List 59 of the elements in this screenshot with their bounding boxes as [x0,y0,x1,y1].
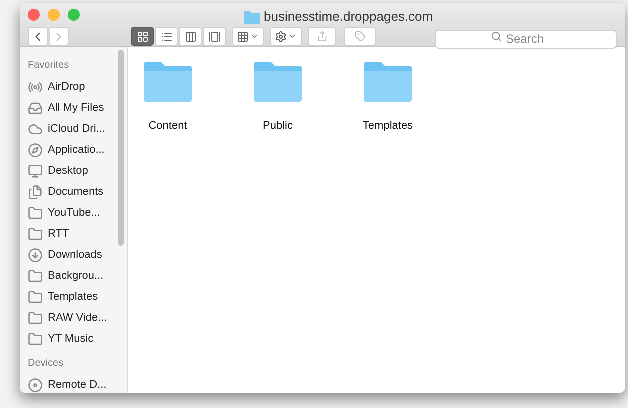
close-button[interactable] [28,9,40,21]
sidebar-item[interactable]: Backgrou... [28,266,108,287]
share-icon [316,31,328,42]
sidebar-item[interactable]: RAW Vide... [28,308,108,329]
caret-icon [250,32,259,41]
gear-icon [275,30,287,42]
folder-icon [244,10,260,24]
folder-icon [28,269,43,284]
documents-icon [28,185,43,200]
radio-waves-icon [28,80,43,95]
folder-item[interactable]: Public [244,61,312,134]
download-icon [28,248,43,263]
compass-icon [28,143,43,158]
sidebar-heading: Favorites [28,59,70,73]
zoom-button[interactable] [68,9,80,21]
grid-icon [136,30,148,42]
sidebar-item[interactable]: All My Files [28,98,108,119]
sidebar-item[interactable]: AirDrop [28,77,108,98]
folder-icon [142,61,194,103]
grid-icon [237,30,249,42]
columns-icon [184,30,196,42]
folder-icon [28,206,43,221]
sidebar-heading: Devices [28,357,65,371]
folder-icon [362,61,414,103]
share-button[interactable] [308,27,336,46]
view-mode-tab[interactable] [131,27,154,46]
sidebar-item[interactable]: Downloads [28,245,108,266]
sidebar-item[interactable]: Documents [28,182,108,203]
tray-icon [28,101,43,116]
back-button[interactable] [28,27,48,46]
sidebar-item[interactable]: YT Music [28,329,108,350]
folder-item[interactable]: Content [134,61,202,134]
sidebar-item[interactable]: Templates [28,287,108,308]
scrollbar[interactable] [118,50,124,246]
sidebar-item[interactable]: Desktop [28,161,108,182]
search-icon [491,31,502,42]
folder-icon [28,311,43,326]
folder-icon [28,227,43,242]
sidebar-item[interactable]: YouTube... [28,203,108,224]
search-field[interactable]: Search [435,30,617,48]
monitor-icon [28,164,43,179]
sidebar-item[interactable]: Remote D... [28,375,108,393]
sidebar-item[interactable]: Applicatio... [28,140,108,161]
sidebar-item[interactable]: iCloud Dri... [28,119,108,140]
folder-icon [28,332,43,347]
forward-button[interactable] [49,27,69,46]
folder-icon [28,290,43,305]
caret-icon [288,32,297,41]
action-button[interactable] [270,27,302,46]
window-title: businesstime.droppages.com [264,8,434,26]
gallery-icon [208,30,220,42]
sidebar-item[interactable]: RTT [28,224,108,245]
cloud-icon [28,122,43,137]
arrange-button[interactable] [232,27,264,46]
folder-icon [252,61,304,103]
folder-item[interactable]: Templates [354,61,422,134]
tag-button[interactable] [344,27,376,46]
disc-icon [28,378,43,393]
tag-icon [354,31,366,42]
